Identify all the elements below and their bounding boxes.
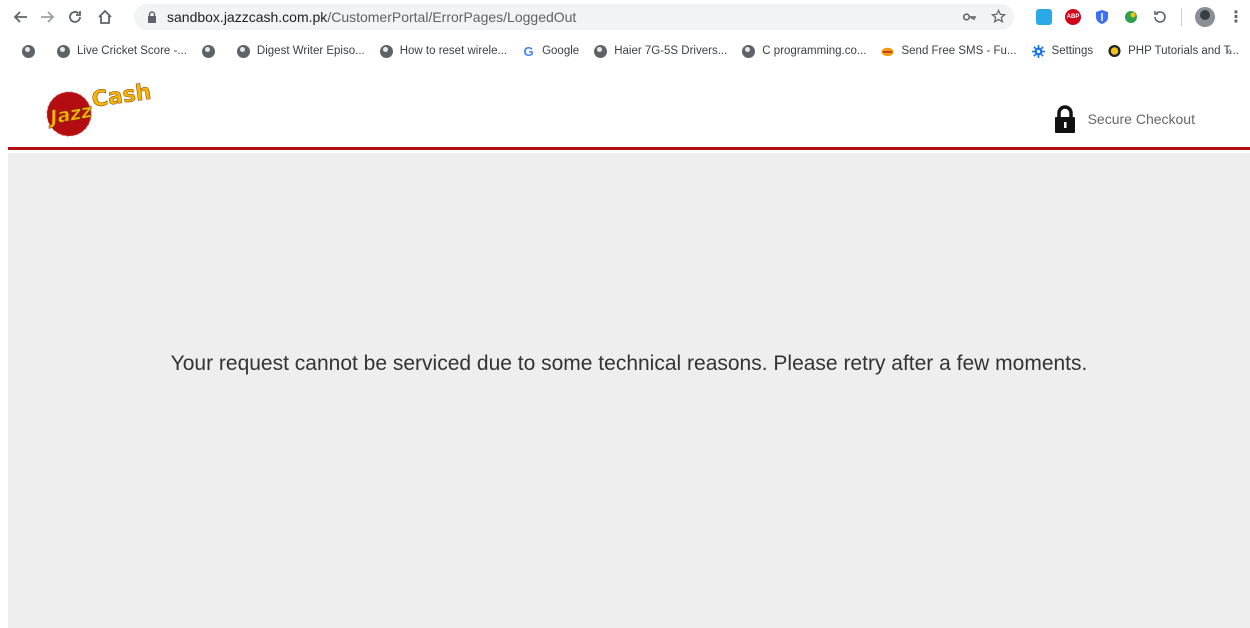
url-path: /CustomerPortal/ErrorPages/LoggedOut: [327, 9, 577, 25]
back-icon[interactable]: [8, 4, 34, 30]
profile-avatar[interactable]: [1195, 7, 1215, 27]
bookmark-label: Digest Writer Episo...: [256, 45, 365, 57]
globe-icon: [201, 44, 215, 58]
address-bar[interactable]: sandbox.jazzcash.com.pk/CustomerPortal/E…: [134, 4, 1014, 30]
star-icon[interactable]: [991, 9, 1006, 24]
globe-icon: [594, 44, 608, 58]
bookmark-label: Send Free SMS - Fu...: [901, 45, 1017, 57]
url-host: sandbox.jazzcash.com.pk: [167, 9, 328, 25]
bookmark-item[interactable]: PHP Tutorials and T...: [1108, 44, 1239, 58]
globe-icon: [742, 44, 756, 58]
bookmark-item[interactable]: [201, 44, 222, 58]
cloud-extension-icon[interactable]: [1036, 9, 1052, 25]
reload-icon[interactable]: [62, 4, 88, 30]
bookmark-item[interactable]: Haier 7G-5S Drivers...: [594, 44, 728, 58]
bookmark-label: Settings: [1051, 45, 1094, 57]
adblock-icon[interactable]: ABP: [1065, 9, 1081, 25]
forward-icon[interactable]: [34, 4, 60, 30]
globe-icon: [22, 44, 35, 58]
home-icon[interactable]: [92, 4, 118, 30]
history-extension-icon[interactable]: [1152, 9, 1168, 25]
bookmark-label: Google: [542, 45, 580, 57]
site-header: Jazz Cash Secure Checkout: [8, 68, 1250, 150]
bookmark-item[interactable]: G Google: [522, 43, 580, 59]
bookmark-label: How to reset wirele...: [399, 45, 508, 57]
menu-icon[interactable]: ⋮: [1228, 7, 1244, 27]
bookmarks-overflow-icon[interactable]: »: [1225, 44, 1232, 58]
lock-icon: [148, 11, 156, 23]
globe-icon: [57, 44, 70, 58]
bookmark-item[interactable]: C programming.co...: [742, 44, 867, 58]
bookmarks-bar: Live Cricket Score -... Digest Writer Ep…: [0, 38, 1250, 64]
globe-icon: [379, 44, 393, 58]
browser-toolbar: sandbox.jazzcash.com.pk/CustomerPortal/E…: [0, 0, 1250, 34]
sms-icon: [881, 45, 895, 58]
main-content: Your request cannot be serviced due to s…: [8, 153, 1250, 628]
bookmark-label: PHP Tutorials and T...: [1128, 45, 1239, 57]
logo-text-cash: Cash: [90, 80, 153, 113]
bookmark-item[interactable]: Digest Writer Episo...: [236, 44, 365, 58]
bookmark-label: Live Cricket Score -...: [77, 45, 187, 57]
bookmark-item[interactable]: Live Cricket Score -...: [57, 44, 187, 58]
google-icon: G: [523, 43, 534, 59]
php-icon: [1108, 44, 1121, 58]
secure-checkout-label: Secure Checkout: [1087, 111, 1195, 127]
bookmark-item[interactable]: Settings: [1031, 44, 1094, 58]
jazzcash-logo[interactable]: Jazz Cash: [38, 74, 168, 140]
key-icon[interactable]: [963, 12, 977, 22]
padlock-icon: [1054, 105, 1075, 133]
settings-gear-icon: [1031, 44, 1045, 58]
bookmark-item[interactable]: [22, 44, 42, 58]
error-message: Your request cannot be serviced due to s…: [170, 352, 1088, 375]
secure-checkout: Secure Checkout: [1054, 105, 1195, 133]
puzzle-extension-icon[interactable]: [1123, 9, 1139, 25]
shield-extension-icon[interactable]: [1094, 9, 1110, 25]
toolbar-divider: [1181, 8, 1182, 26]
bookmark-item[interactable]: How to reset wirele...: [379, 44, 508, 58]
bookmark-label: C programming.co...: [762, 45, 867, 57]
globe-icon: [236, 44, 250, 58]
bookmark-label: Haier 7G-5S Drivers...: [614, 45, 728, 57]
bookmark-item[interactable]: Send Free SMS - Fu...: [881, 45, 1017, 58]
